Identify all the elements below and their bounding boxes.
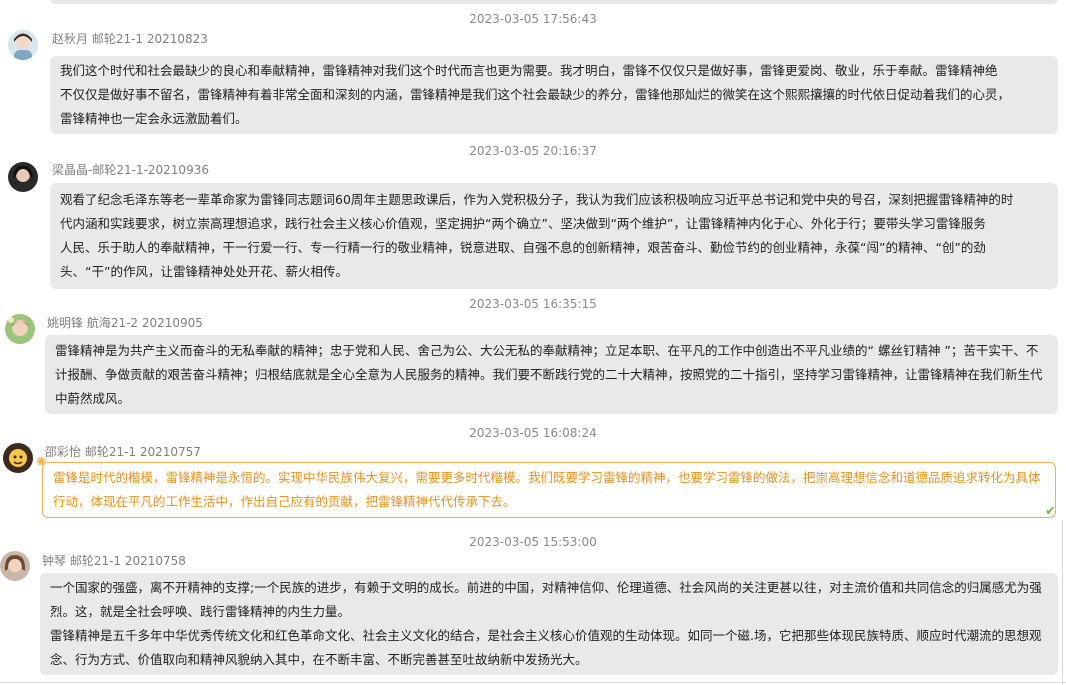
message-text-line: 烈。这，就是全社会呼唤、践行雷锋精神的内生力量。	[50, 604, 351, 619]
message-text-line: 中蔚然成风。	[55, 391, 131, 406]
author-name: 钟琴 邮轮21-1 20210758	[42, 554, 186, 568]
author-name: 姚明锋 航海21-2 20210905	[47, 316, 203, 330]
message-text-line: 我们这个时代和社会最缺少的良心和奉献精神，雷锋精神对我们这个时代而言也更为需要。…	[60, 63, 998, 78]
message-timestamp: 2023-03-05 17:56:43	[469, 12, 597, 26]
author-name: 梁晶晶-邮轮21-1-20210936	[52, 163, 209, 177]
message-text-line: 念、行为方式、价值取向和精神风貌纳入其中，在不断丰富、不断完善甚至吐故纳新中发扬…	[50, 652, 588, 667]
message-bubble[interactable]: 一个国家的强盛，离不开精神的支撑;一个民族的进步，有赖于文明的成长。前进的中国，…	[40, 573, 1058, 675]
panel-border	[0, 682, 1066, 683]
message-text-line: 代内涵和实践要求，树立崇高理想追求，践行社会主义核心价值观，坚定拥护“两个确立”…	[60, 216, 986, 231]
message-text-line: 雷锋精神是为共产主义而奋斗的无私奉献的精神；忠于党和人民、舍己为公、大公无私的奉…	[55, 343, 1039, 358]
panel-border	[1062, 520, 1063, 685]
message-text-line: 行动，体现在平凡的工作生活中，作出自己应有的贡献，把雷锋精神代代传承下去。	[53, 494, 516, 509]
avatar[interactable]	[0, 551, 30, 581]
message-text-line: 头、“干”的作风，让雷锋精神处处开花、薪火相传。	[60, 264, 348, 279]
message-text-line: 雷锋是时代的楷模，雷锋精神是永恒的。实现中华民族伟大复兴，需要更多时代楷模。我们…	[53, 470, 1041, 485]
message-timestamp: 2023-03-05 16:35:15	[469, 297, 597, 311]
avatar[interactable]	[8, 30, 38, 60]
message-text-line: 雷锋精神也一定会永远激励着们。	[60, 111, 248, 126]
message-bubble[interactable]: 观看了纪念毛泽东等老一辈革命家为雷锋同志题词60周年主题思政课后，作为入党积极分…	[50, 183, 1058, 289]
avatar[interactable]	[3, 443, 33, 473]
author-name: 赵秋月 邮轮21-1 20210823	[52, 32, 208, 46]
message-timestamp: 2023-03-05 16:08:24	[469, 426, 597, 440]
message-bubble-highlighted[interactable]: 雷锋是时代的楷模，雷锋精神是永恒的。实现中华民族伟大复兴，需要更多时代楷模。我们…	[42, 462, 1056, 518]
message-text-line: 人民、乐于助人的奉献精神，干一行爱一行、专一行精一行的敬业精神，锐意进取、自强不…	[60, 240, 986, 255]
message-bubble[interactable]: 我们这个时代和社会最缺少的良心和奉献精神，雷锋精神对我们这个时代而言也更为需要。…	[50, 56, 1058, 134]
message-text-line: 不仅仅是做好事不留名，雷锋精神有着非常全面和深刻的内涵，雷锋精神是我们这个社会最…	[60, 87, 1011, 102]
previous-message-bubble	[50, 0, 1058, 4]
message-text-line: 计报酬、争做贡献的艰苦奋斗精神；归根结底就是全心全意为人民服务的精神。我们要不断…	[55, 367, 1043, 382]
avatar[interactable]	[5, 314, 35, 344]
sparkle-icon: ✺	[36, 455, 47, 470]
message-text-line: 观看了纪念毛泽东等老一辈革命家为雷锋同志题词60周年主题思政课后，作为入党积极分…	[60, 192, 1014, 207]
author-name: 邵彩怡 邮轮21-1 20210757	[45, 445, 201, 459]
message-text-line: 一个国家的强盛，离不开精神的支撑;一个民族的进步，有赖于文明的成长。前进的中国，…	[50, 580, 1042, 595]
message-bubble[interactable]: 雷锋精神是为共产主义而奋斗的无私奉献的精神；忠于党和人民、舍己为公、大公无私的奉…	[45, 335, 1058, 414]
message-text-line: 雷锋精神是五千多年中华优秀传统文化和红色革命文化、社会主义文化的结合，是社会主义…	[50, 628, 1042, 643]
message-timestamp: 2023-03-05 15:53:00	[469, 535, 597, 549]
avatar[interactable]	[8, 162, 38, 192]
check-icon: ✔	[1045, 504, 1056, 519]
message-timestamp: 2023-03-05 20:16:37	[469, 144, 597, 158]
